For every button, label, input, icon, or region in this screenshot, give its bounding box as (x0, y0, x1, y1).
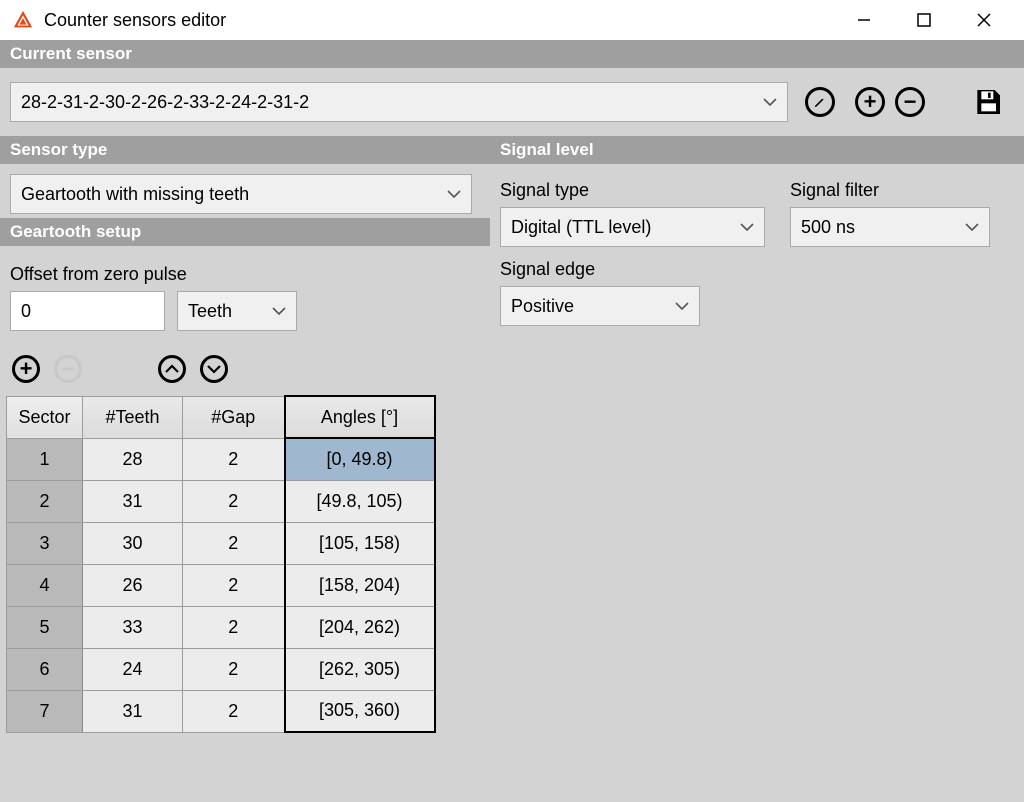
current-sensor-select[interactable]: 28-2-31-2-30-2-26-2-33-2-24-2-31-2 (10, 82, 788, 122)
move-down-button[interactable] (196, 351, 232, 387)
cell-gap[interactable]: 2 (183, 564, 285, 606)
cell-teeth[interactable]: 24 (83, 648, 183, 690)
offset-units-select[interactable]: Teeth (177, 291, 297, 331)
cell-angles: [0, 49.8) (285, 438, 435, 480)
chevron-down-icon (675, 301, 689, 311)
cell-teeth[interactable]: 33 (83, 606, 183, 648)
geartooth-table: Sector #Teeth #Gap Angles [°] 1282[0, 49… (6, 395, 436, 733)
cell-angles: [305, 360) (285, 690, 435, 732)
cell-sector: 3 (7, 522, 83, 564)
remove-row-button: − (50, 351, 86, 387)
section-signal-level: Signal level (490, 136, 1024, 164)
signal-type-label: Signal type (500, 180, 790, 201)
cell-angles: [105, 158) (285, 522, 435, 564)
table-row[interactable]: 6242[262, 305) (7, 648, 435, 690)
signal-filter-value: 500 ns (801, 217, 855, 238)
sensor-type-value: Geartooth with missing teeth (21, 184, 249, 205)
edit-button[interactable] (802, 84, 838, 120)
minimize-button[interactable] (834, 0, 894, 40)
maximize-button[interactable] (894, 0, 954, 40)
cell-angles: [49.8, 105) (285, 480, 435, 522)
chevron-down-icon (447, 189, 461, 199)
offset-input[interactable]: 0 (10, 291, 165, 331)
signal-type-value: Digital (TTL level) (511, 217, 651, 238)
cell-sector: 2 (7, 480, 83, 522)
col-angles[interactable]: Angles [°] (285, 396, 435, 438)
remove-sensor-button[interactable]: − (892, 84, 928, 120)
app-logo-icon (12, 9, 34, 31)
table-row[interactable]: 5332[204, 262) (7, 606, 435, 648)
section-geartooth-setup: Geartooth setup (0, 218, 490, 246)
col-teeth[interactable]: #Teeth (83, 396, 183, 438)
offset-label: Offset from zero pulse (10, 264, 480, 285)
chevron-down-icon (272, 306, 286, 316)
cell-gap[interactable]: 2 (183, 606, 285, 648)
signal-type-select[interactable]: Digital (TTL level) (500, 207, 765, 247)
window-title: Counter sensors editor (44, 10, 226, 31)
cell-gap[interactable]: 2 (183, 480, 285, 522)
chevron-down-icon (740, 222, 754, 232)
close-button[interactable] (954, 0, 1014, 40)
cell-gap[interactable]: 2 (183, 690, 285, 732)
cell-sector: 1 (7, 438, 83, 480)
signal-edge-select[interactable]: Positive (500, 286, 700, 326)
sensor-type-select[interactable]: Geartooth with missing teeth (10, 174, 472, 214)
cell-sector: 6 (7, 648, 83, 690)
chevron-down-icon (965, 222, 979, 232)
cell-sector: 4 (7, 564, 83, 606)
cell-angles: [262, 305) (285, 648, 435, 690)
cell-sector: 5 (7, 606, 83, 648)
cell-teeth[interactable]: 31 (83, 480, 183, 522)
signal-edge-label: Signal edge (500, 259, 790, 280)
chevron-down-icon (763, 97, 777, 107)
signal-edge-value: Positive (511, 296, 574, 317)
cell-teeth[interactable]: 26 (83, 564, 183, 606)
signal-filter-select[interactable]: 500 ns (790, 207, 990, 247)
add-sensor-button[interactable]: + (852, 84, 888, 120)
cell-teeth[interactable]: 30 (83, 522, 183, 564)
save-button[interactable] (970, 84, 1006, 120)
table-row[interactable]: 7312[305, 360) (7, 690, 435, 732)
cell-sector: 7 (7, 690, 83, 732)
cell-angles: [158, 204) (285, 564, 435, 606)
cell-gap[interactable]: 2 (183, 648, 285, 690)
current-sensor-value: 28-2-31-2-30-2-26-2-33-2-24-2-31-2 (21, 92, 309, 113)
col-gap[interactable]: #Gap (183, 396, 285, 438)
offset-units-value: Teeth (188, 301, 232, 322)
table-row[interactable]: 4262[158, 204) (7, 564, 435, 606)
offset-value: 0 (21, 301, 31, 322)
col-sector[interactable]: Sector (7, 396, 83, 438)
table-row[interactable]: 2312[49.8, 105) (7, 480, 435, 522)
cell-teeth[interactable]: 28 (83, 438, 183, 480)
cell-gap[interactable]: 2 (183, 438, 285, 480)
titlebar: Counter sensors editor (0, 0, 1024, 40)
move-up-button[interactable] (154, 351, 190, 387)
add-row-button[interactable]: + (8, 351, 44, 387)
table-row[interactable]: 1282[0, 49.8) (7, 438, 435, 480)
section-sensor-type: Sensor type (0, 136, 490, 164)
cell-angles: [204, 262) (285, 606, 435, 648)
table-row[interactable]: 3302[105, 158) (7, 522, 435, 564)
signal-filter-label: Signal filter (790, 180, 1010, 201)
section-current-sensor: Current sensor (0, 40, 1024, 68)
cell-teeth[interactable]: 31 (83, 690, 183, 732)
cell-gap[interactable]: 2 (183, 522, 285, 564)
